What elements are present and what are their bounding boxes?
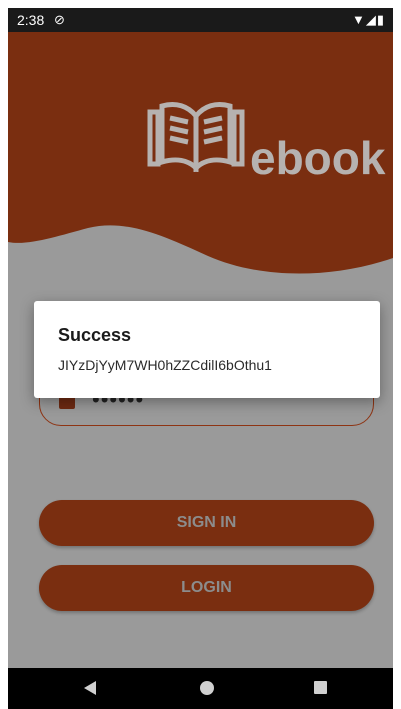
- app-screen: 2:38 ⊘ ▼◢▮ ebook •••••• SIGN IN LOGIN Su…: [8, 8, 393, 709]
- dialog-title: Success: [58, 325, 132, 345]
- recents-square-icon[interactable]: [314, 681, 327, 694]
- battery-icon: ▮: [376, 12, 385, 27]
- signal-icon: ◢: [365, 12, 377, 27]
- back-triangle-icon[interactable]: [84, 681, 96, 695]
- header-banner: ebook: [8, 32, 393, 292]
- home-circle-icon[interactable]: [200, 681, 214, 695]
- success-dialog[interactable]: Success JIYzDjYyM7WH0hZZCdilI6bOthu1: [34, 301, 380, 398]
- status-time: 2:38: [17, 12, 45, 28]
- status-icons: ▼◢▮: [352, 12, 385, 28]
- dialog-message: JIYzDjYyM7WH0hZZCdilI6bOthu1: [58, 357, 272, 373]
- sign-in-button[interactable]: SIGN IN: [39, 500, 374, 546]
- login-button[interactable]: LOGIN: [39, 565, 374, 611]
- logo-text: ebook: [250, 132, 386, 184]
- navigation-bar: [8, 668, 393, 709]
- sync-off-icon: ⊘: [54, 12, 65, 27]
- status-bar: 2:38 ⊘ ▼◢▮: [8, 8, 393, 32]
- wifi-icon: ▼: [351, 12, 366, 27]
